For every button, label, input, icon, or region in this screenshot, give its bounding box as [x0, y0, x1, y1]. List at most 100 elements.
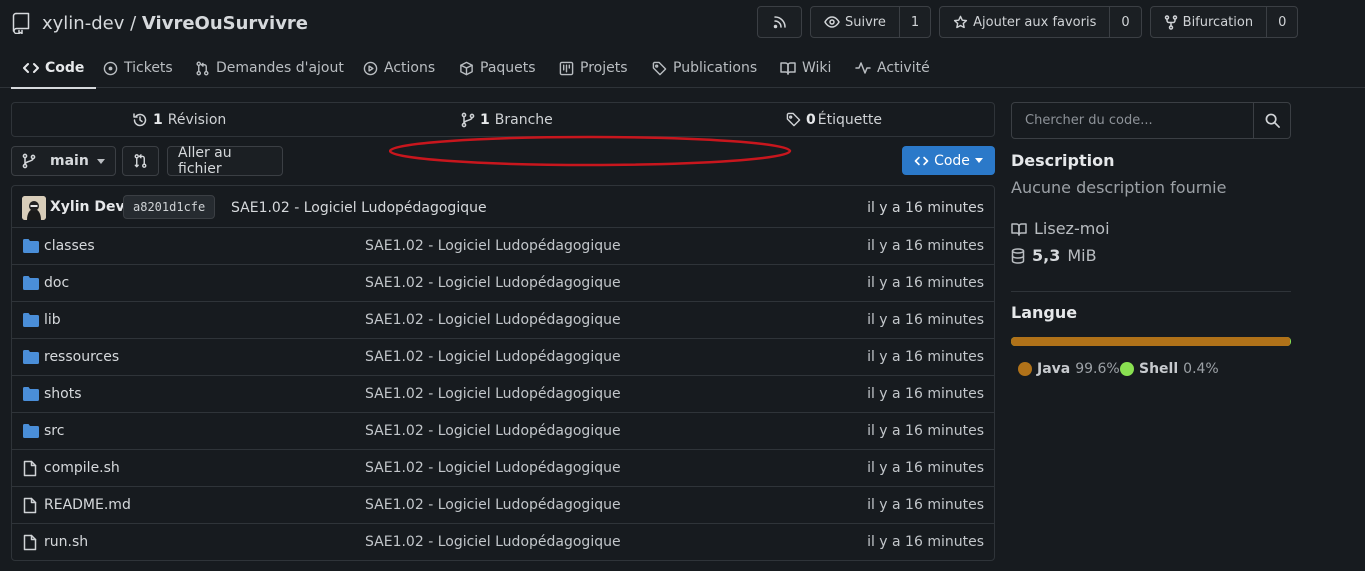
- commits-link[interactable]: 1 Révision: [132, 103, 226, 136]
- file-name[interactable]: shots: [44, 386, 82, 402]
- file-commit-time: il y a 16 minutes: [867, 460, 984, 476]
- tab-actions[interactable]: Actions: [363, 48, 435, 88]
- file-commit-message[interactable]: SAE1.02 - Logiciel Ludopédagogique: [365, 423, 621, 439]
- file-commit-time: il y a 16 minutes: [867, 386, 984, 402]
- watch-button[interactable]: Suivre 1: [810, 6, 932, 38]
- file-row-readme[interactable]: README.md SAE1.02 - Logiciel Ludopédagog…: [12, 487, 994, 524]
- avatar[interactable]: [22, 196, 46, 220]
- file-commit-time: il y a 16 minutes: [867, 423, 984, 439]
- file-commit-message[interactable]: SAE1.02 - Logiciel Ludopédagogique: [365, 275, 621, 291]
- file-icon: [23, 497, 37, 514]
- file-name[interactable]: src: [44, 423, 64, 439]
- file-commit-message[interactable]: SAE1.02 - Logiciel Ludopédagogique: [365, 386, 621, 402]
- size-unit: MiB: [1067, 246, 1097, 265]
- file-commit-message[interactable]: SAE1.02 - Logiciel Ludopédagogique: [365, 497, 621, 513]
- branch-icon: [22, 153, 36, 169]
- repo-owner-link[interactable]: xylin-dev: [42, 13, 124, 34]
- issue-icon: [103, 61, 118, 76]
- language-java[interactable]: Java 99.6%: [1018, 361, 1120, 377]
- branches-count: 1: [480, 111, 490, 128]
- branch-selector[interactable]: main: [11, 146, 116, 176]
- watch-count[interactable]: 1: [898, 7, 930, 37]
- readme-link[interactable]: Lisez-moi: [1011, 219, 1110, 238]
- language-name: Shell: [1139, 361, 1179, 377]
- tab-wiki[interactable]: Wiki: [780, 48, 831, 88]
- language-shell[interactable]: Shell 0.4%: [1120, 361, 1219, 377]
- file-commit-message[interactable]: SAE1.02 - Logiciel Ludopédagogique: [365, 534, 621, 550]
- go-to-file-button[interactable]: Aller au fichier: [167, 145, 283, 177]
- file-commit-time: il y a 16 minutes: [867, 497, 984, 513]
- star-icon: [953, 15, 968, 30]
- language-bar: [1011, 337, 1291, 346]
- file-row-lib[interactable]: lib SAE1.02 - Logiciel Ludopédagogique i…: [12, 302, 994, 339]
- file-row-shots[interactable]: shots SAE1.02 - Logiciel Ludopédagogique…: [12, 376, 994, 413]
- description-heading: Description: [1011, 151, 1115, 170]
- tab-packages[interactable]: Paquets: [459, 48, 536, 88]
- tab-code[interactable]: Code: [10, 48, 97, 89]
- branches-label: Branche: [494, 111, 553, 128]
- file-name[interactable]: run.sh: [44, 534, 88, 550]
- file-name[interactable]: classes: [44, 238, 95, 254]
- language-name: Java: [1037, 361, 1071, 377]
- file-commit-time: il y a 16 minutes: [867, 534, 984, 550]
- file-name[interactable]: lib: [44, 312, 61, 328]
- caret-down-icon: [96, 158, 105, 164]
- code-search-input[interactable]: [1012, 103, 1253, 138]
- tab-activity[interactable]: Activité: [855, 48, 930, 88]
- file-row-src[interactable]: src SAE1.02 - Logiciel Ludopédagogique i…: [12, 413, 994, 450]
- repo-tabs: Code Tickets Demandes d'ajout Actions Pa…: [0, 48, 1365, 89]
- commit-author[interactable]: Xylin Dev: [50, 199, 125, 215]
- file-commit-message[interactable]: SAE1.02 - Logiciel Ludopédagogique: [365, 349, 621, 365]
- folder-icon: [23, 387, 39, 401]
- repository-icon: [12, 12, 32, 34]
- eye-icon: [824, 15, 840, 29]
- file-row-run-sh[interactable]: run.sh SAE1.02 - Logiciel Ludopédagogiqu…: [12, 524, 994, 561]
- branches-link[interactable]: 1 Branche: [461, 103, 553, 136]
- tags-label: Étiquette: [817, 111, 882, 128]
- tab-releases[interactable]: Publications: [652, 48, 757, 88]
- repo-name-link[interactable]: VivreOuSurvivre: [142, 13, 308, 34]
- readme-label: Lisez-moi: [1034, 219, 1110, 238]
- star-button[interactable]: Ajouter aux favoris 0: [939, 6, 1142, 38]
- repo-separator: /: [130, 12, 137, 34]
- file-commit-time: il y a 16 minutes: [867, 312, 984, 328]
- file-name[interactable]: doc: [44, 275, 69, 291]
- search-button[interactable]: [1253, 103, 1290, 138]
- file-row-ressources[interactable]: ressources SAE1.02 - Logiciel Ludopédago…: [12, 339, 994, 376]
- tab-projects[interactable]: Projets: [559, 48, 628, 88]
- file-commit-message[interactable]: SAE1.02 - Logiciel Ludopédagogique: [365, 312, 621, 328]
- fork-button[interactable]: Bifurcation 0: [1149, 6, 1299, 38]
- file-row-doc[interactable]: doc SAE1.02 - Logiciel Ludopédagogique i…: [12, 265, 994, 302]
- tab-pull-requests[interactable]: Demandes d'ajout: [195, 48, 344, 88]
- file-row-classes[interactable]: classes SAE1.02 - Logiciel Ludopédagogiq…: [12, 228, 994, 265]
- shell-dot: [1120, 362, 1134, 376]
- tab-tickets[interactable]: Tickets: [103, 48, 173, 88]
- language-percent: 0.4%: [1183, 361, 1219, 377]
- tag-icon: [786, 112, 801, 127]
- file-name[interactable]: README.md: [44, 497, 131, 513]
- language-percent: 99.6%: [1075, 361, 1120, 377]
- file-name[interactable]: ressources: [44, 349, 119, 365]
- repo-size: 5,3 MiB: [1011, 246, 1097, 265]
- book-icon: [780, 61, 796, 75]
- tags-link[interactable]: 0 Étiquette: [786, 103, 882, 136]
- file-list: Xylin Dev a8201d1cfe SAE1.02 - Logiciel …: [11, 185, 995, 561]
- code-dropdown-button[interactable]: Code: [902, 146, 995, 175]
- watch-label: Suivre: [845, 14, 886, 30]
- file-name[interactable]: compile.sh: [44, 460, 120, 476]
- commit-sha[interactable]: a8201d1cfe: [123, 195, 216, 219]
- file-commit-message[interactable]: SAE1.02 - Logiciel Ludopédagogique: [365, 460, 621, 476]
- latest-commit-row: Xylin Dev a8201d1cfe SAE1.02 - Logiciel …: [12, 186, 994, 228]
- tab-label: Activité: [877, 60, 930, 76]
- star-label: Ajouter aux favoris: [973, 14, 1097, 30]
- file-row-compile-sh[interactable]: compile.sh SAE1.02 - Logiciel Ludopédago…: [12, 450, 994, 487]
- file-commit-message[interactable]: SAE1.02 - Logiciel Ludopédagogique: [365, 238, 621, 254]
- commit-message[interactable]: SAE1.02 - Logiciel Ludopédagogique: [231, 200, 487, 216]
- rss-button[interactable]: [757, 6, 802, 38]
- file-commit-time: il y a 16 minutes: [867, 349, 984, 365]
- star-count[interactable]: 0: [1109, 7, 1140, 37]
- play-icon: [363, 61, 378, 76]
- tab-label: Tickets: [124, 60, 173, 76]
- fork-count[interactable]: 0: [1266, 7, 1297, 37]
- compare-button[interactable]: [122, 146, 159, 176]
